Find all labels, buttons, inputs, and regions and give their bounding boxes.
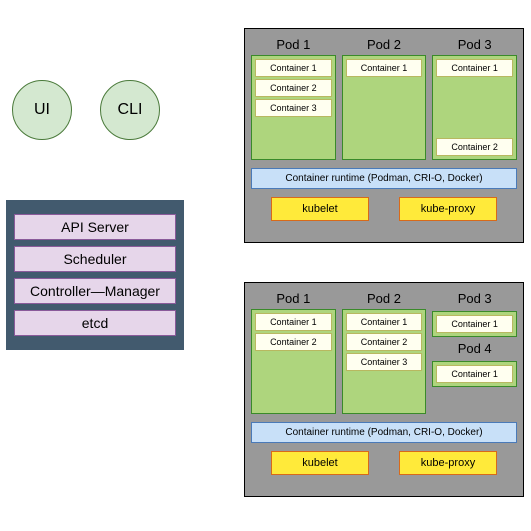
- kubelet: kubelet: [271, 451, 369, 475]
- pod-2: Pod 2 Container 1 Container 2 Container …: [342, 289, 427, 414]
- kubelet: kubelet: [271, 197, 369, 221]
- ui-client: UI: [12, 80, 72, 140]
- ui-label: UI: [34, 101, 50, 119]
- container: Container 1: [255, 313, 332, 331]
- pod-label: Pod 3: [432, 289, 517, 309]
- kube-proxy: kube-proxy: [399, 197, 497, 221]
- cli-label: CLI: [118, 101, 143, 119]
- container-runtime: Container runtime (Podman, CRI-O, Docker…: [251, 422, 517, 443]
- pod-3: Pod 3 Container 1 Container 2: [432, 35, 517, 160]
- pods-row: Pod 1 Container 1 Container 2 Pod 2 Cont…: [251, 289, 517, 414]
- container: Container 2: [346, 333, 423, 351]
- pod-label: Pod 1: [251, 35, 336, 55]
- container: Container 2: [255, 79, 332, 97]
- pod-box: Container 1 Container 2: [251, 309, 336, 414]
- container: Container 1: [346, 313, 423, 331]
- pod-label: Pod 1: [251, 289, 336, 309]
- container: Container 1: [436, 365, 513, 383]
- container: Container 1: [436, 315, 513, 333]
- container-runtime: Container runtime (Podman, CRI-O, Docker…: [251, 168, 517, 189]
- control-plane: API Server Scheduler Controller—Manager …: [6, 200, 184, 350]
- container: Container 1: [255, 59, 332, 77]
- pod-box: Container 1: [432, 361, 517, 387]
- controller-manager: Controller—Manager: [14, 278, 176, 304]
- pod-box: Container 1: [432, 311, 517, 337]
- container: Container 1: [436, 59, 513, 77]
- agents-row: kubelet kube-proxy: [251, 197, 517, 221]
- pod-3-4: Pod 3 Container 1 Pod 4 Container 1: [432, 289, 517, 414]
- scheduler: Scheduler: [14, 246, 176, 272]
- pod-label: Pod 2: [342, 35, 427, 55]
- container: Container 3: [255, 99, 332, 117]
- container: Container 3: [346, 353, 423, 371]
- pod-1: Pod 1 Container 1 Container 2 Container …: [251, 35, 336, 160]
- pod-1: Pod 1 Container 1 Container 2: [251, 289, 336, 414]
- worker-node-2: Pod 1 Container 1 Container 2 Pod 2 Cont…: [244, 282, 524, 497]
- pod-2: Pod 2 Container 1: [342, 35, 427, 160]
- container: Container 2: [436, 138, 513, 156]
- pod-box: Container 1 Container 2 Container 3: [251, 55, 336, 160]
- pod-label: Pod 4: [432, 339, 517, 359]
- agents-row: kubelet kube-proxy: [251, 451, 517, 475]
- pods-row: Pod 1 Container 1 Container 2 Container …: [251, 35, 517, 160]
- pod-label: Pod 3: [432, 35, 517, 55]
- api-server: API Server: [14, 214, 176, 240]
- etcd: etcd: [14, 310, 176, 336]
- cli-client: CLI: [100, 80, 160, 140]
- pod-box: Container 1 Container 2 Container 3: [342, 309, 427, 414]
- container: Container 2: [255, 333, 332, 351]
- worker-node-1: Pod 1 Container 1 Container 2 Container …: [244, 28, 524, 243]
- pod-box: Container 1 Container 2: [432, 55, 517, 160]
- pod-label: Pod 2: [342, 289, 427, 309]
- container: Container 1: [346, 59, 423, 77]
- pod-box: Container 1: [342, 55, 427, 160]
- kube-proxy: kube-proxy: [399, 451, 497, 475]
